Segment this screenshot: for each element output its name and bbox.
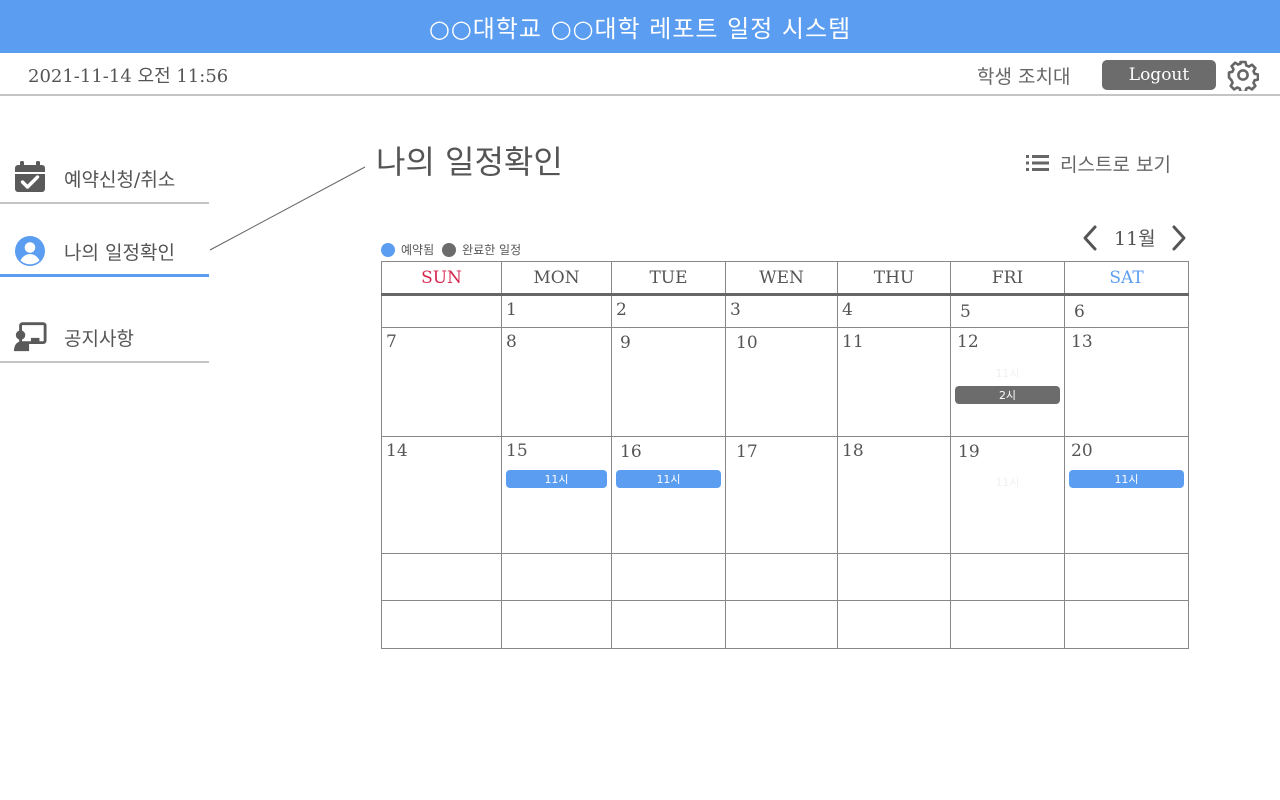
calendar-day-cell[interactable]: 9 bbox=[612, 328, 726, 437]
calendar-day-cell[interactable]: 15 11시 bbox=[502, 437, 612, 554]
teacher-board-icon bbox=[13, 322, 47, 352]
day-number: 5 bbox=[960, 302, 971, 322]
day-number: 13 bbox=[1071, 332, 1093, 352]
calendar-day-cell[interactable]: 19 11시 bbox=[951, 437, 1065, 554]
calendar-day-cell[interactable] bbox=[502, 554, 612, 601]
day-number: 15 bbox=[506, 441, 528, 461]
calendar-day-cell[interactable] bbox=[838, 601, 951, 649]
day-number: 2 bbox=[616, 300, 627, 320]
day-number: 16 bbox=[620, 442, 642, 462]
app-title: ○○대학교 ○○대학 레포트 일정 시스템 bbox=[428, 15, 852, 43]
day-number: 14 bbox=[386, 441, 408, 461]
sidebar-item-label: 나의 일정확인 bbox=[64, 242, 175, 264]
list-view-label: 리스트로 보기 bbox=[1060, 153, 1171, 176]
calendar-check-icon bbox=[15, 161, 45, 192]
calendar-day-cell[interactable] bbox=[381, 296, 502, 328]
page-title: 나의 일정확인 bbox=[376, 143, 563, 181]
user-circle-icon bbox=[15, 236, 45, 266]
weekday-header-mon: MON bbox=[502, 261, 612, 294]
day-number: 7 bbox=[386, 332, 397, 352]
info-bar: 2021-11-14 오전 11:56 학생 조치대 Logout bbox=[0, 53, 1280, 96]
calendar-day-cell[interactable]: 4 bbox=[838, 296, 951, 328]
sidebar-item-reservation[interactable]: 예약신청/취소 bbox=[0, 154, 209, 204]
calendar-day-cell[interactable]: 10 bbox=[726, 328, 838, 437]
reserved-event[interactable]: 11시 bbox=[506, 470, 607, 488]
calendar-day-cell[interactable]: 2 bbox=[612, 296, 726, 328]
gear-icon[interactable] bbox=[1227, 59, 1259, 91]
sidebar-item-label: 공지사항 bbox=[64, 328, 134, 350]
completed-event[interactable]: 2시 bbox=[955, 386, 1060, 404]
chevron-left-icon[interactable] bbox=[1080, 224, 1100, 252]
completed-dot-icon bbox=[442, 242, 457, 257]
chevron-right-icon[interactable] bbox=[1169, 224, 1189, 252]
list-icon bbox=[1026, 155, 1049, 171]
sidebar-item-label: 예약신청/취소 bbox=[64, 169, 176, 191]
day-number: 18 bbox=[842, 441, 864, 461]
calendar-day-cell[interactable]: 12 11시 2시 bbox=[951, 328, 1065, 437]
calendar-day-cell[interactable] bbox=[381, 554, 502, 601]
month-navigation: 11월 bbox=[1080, 224, 1190, 254]
weekday-header-thu: THU bbox=[838, 261, 951, 294]
calendar-legend: 예약됨 완료한 일정 bbox=[381, 241, 521, 258]
month-label: 11월 bbox=[1114, 228, 1156, 250]
calendar-grid: SUN MON TUE WEN THU FRI SAT 1 2 3 4 5 6 7 8 9 10 11 12 11시 2… bbox=[381, 261, 1189, 649]
legend-completed-label: 완료한 일정 bbox=[462, 243, 522, 257]
sidebar-item-notices[interactable]: 공지사항 bbox=[0, 313, 209, 363]
calendar-day-cell[interactable]: 20 11시 bbox=[1065, 437, 1189, 554]
day-number: 9 bbox=[620, 333, 631, 353]
reserved-event[interactable]: 11시 bbox=[1069, 470, 1184, 488]
day-number: 8 bbox=[506, 332, 517, 352]
faded-event-label: 11시 bbox=[995, 367, 1020, 380]
sidebar-item-my-schedule[interactable]: 나의 일정확인 bbox=[0, 227, 209, 277]
reserved-event[interactable]: 11시 bbox=[616, 470, 721, 488]
logout-button[interactable]: Logout bbox=[1102, 60, 1216, 90]
calendar-day-cell[interactable] bbox=[1065, 601, 1189, 649]
day-number: 6 bbox=[1074, 302, 1085, 322]
calendar-day-cell[interactable]: 6 bbox=[1065, 296, 1189, 328]
weekday-header-tue: TUE bbox=[612, 261, 726, 294]
user-name: 학생 조치대 bbox=[977, 66, 1071, 88]
calendar-day-cell[interactable] bbox=[1065, 554, 1189, 601]
day-number: 19 bbox=[958, 442, 980, 462]
calendar-day-cell[interactable]: 8 bbox=[502, 328, 612, 437]
calendar-day-cell[interactable]: 11 bbox=[838, 328, 951, 437]
calendar-day-cell[interactable]: 5 bbox=[951, 296, 1065, 328]
legend-reserved-label: 예약됨 bbox=[401, 243, 435, 257]
calendar-day-cell[interactable]: 16 11시 bbox=[612, 437, 726, 554]
day-number: 11 bbox=[842, 332, 864, 352]
calendar-day-cell[interactable] bbox=[726, 601, 838, 649]
weekday-header-fri: FRI bbox=[951, 261, 1065, 294]
calendar-day-cell[interactable]: 17 bbox=[726, 437, 838, 554]
list-view-button[interactable]: 리스트로 보기 bbox=[1026, 149, 1171, 177]
day-number: 17 bbox=[736, 442, 758, 462]
weekday-header-sat: SAT bbox=[1065, 261, 1189, 294]
calendar-day-cell[interactable]: 18 bbox=[838, 437, 951, 554]
weekday-header-wen: WEN bbox=[726, 261, 838, 294]
calendar-day-cell[interactable] bbox=[726, 554, 838, 601]
calendar-day-cell[interactable]: 1 bbox=[502, 296, 612, 328]
calendar-day-cell[interactable] bbox=[951, 601, 1065, 649]
calendar-day-cell[interactable]: 14 bbox=[381, 437, 502, 554]
calendar-day-cell[interactable] bbox=[612, 601, 726, 649]
day-number: 1 bbox=[506, 300, 517, 320]
current-datetime: 2021-11-14 오전 11:56 bbox=[28, 66, 229, 87]
weekday-header-sun: SUN bbox=[381, 261, 502, 294]
calendar-day-cell[interactable] bbox=[381, 601, 502, 649]
calendar-day-cell[interactable] bbox=[612, 554, 726, 601]
calendar-day-cell[interactable] bbox=[951, 554, 1065, 601]
calendar-day-cell[interactable]: 7 bbox=[381, 328, 502, 437]
calendar-day-cell[interactable] bbox=[502, 601, 612, 649]
app-title-bar: ○○대학교 ○○대학 레포트 일정 시스템 bbox=[0, 0, 1280, 53]
calendar-day-cell[interactable]: 3 bbox=[726, 296, 838, 328]
faded-event-label: 11시 bbox=[995, 476, 1020, 489]
day-number: 12 bbox=[957, 332, 979, 352]
day-number: 4 bbox=[842, 300, 853, 320]
reserved-dot-icon bbox=[381, 242, 395, 257]
calendar-day-cell[interactable] bbox=[838, 554, 951, 601]
calendar-day-cell[interactable]: 13 bbox=[1065, 328, 1189, 437]
day-number: 3 bbox=[730, 300, 741, 320]
day-number: 20 bbox=[1071, 441, 1093, 461]
day-number: 10 bbox=[736, 333, 758, 353]
